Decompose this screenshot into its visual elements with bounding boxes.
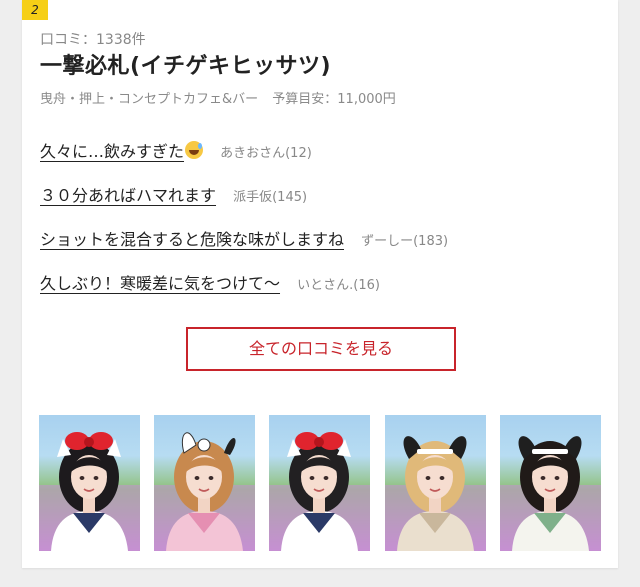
eye [554, 476, 560, 480]
eye [540, 476, 546, 480]
review-author: ずーしー(183) [361, 234, 449, 249]
review-item: ショットを混合すると危険な味がしますね ずーしー(183) [40, 226, 600, 270]
review-author: いとさん.(16) [297, 278, 380, 293]
eye [309, 476, 315, 480]
cast-photo-2[interactable] [154, 415, 255, 551]
shop-area: 曳舟・押上・コンセプトカフェ&バー [40, 92, 259, 107]
cast-photo-4[interactable] [385, 415, 486, 551]
eye [208, 476, 214, 480]
shop-budget: 予算目安：11,000円 [272, 92, 396, 107]
review-title-link[interactable]: ３０分あればハマれます [40, 186, 216, 205]
review-author: あきおさん(12) [220, 146, 312, 161]
all-reviews-button[interactable]: 全ての口コミを見る [186, 327, 456, 371]
eye [323, 476, 329, 480]
cast-photo-5[interactable] [500, 415, 601, 551]
bow-knot [84, 437, 94, 447]
shop-card: 2 口コミ：1338件 一撃必札(イチゲキヒッサツ) 曳舟・押上・コンセプトカフ… [22, 0, 618, 568]
review-title-link[interactable]: 久しぶり！寒暖差に気をつけて〜 [40, 274, 280, 293]
eye [79, 476, 85, 480]
eye [439, 476, 445, 480]
review-item: ３０分あればハマれます 派手仮(145) [40, 182, 600, 226]
shop-meta: 曳舟・押上・コンセプトカフェ&バー 予算目安：11,000円 [40, 88, 396, 107]
review-count: 口コミ：1338件 [40, 32, 146, 48]
review-title-link[interactable]: ショットを混合すると危険な味がしますね [40, 230, 344, 249]
review-list: 久々に…飲みすぎた あきおさん(12) ３０分あればハマれます 派手仮(145)… [40, 138, 600, 314]
cast-photo-3[interactable] [269, 415, 370, 551]
eye [425, 476, 431, 480]
cast-photo-1[interactable] [39, 415, 140, 551]
bow-knot [314, 437, 324, 447]
headband [532, 449, 568, 454]
cast-photo-strip [39, 415, 602, 551]
review-author: 派手仮(145) [233, 190, 308, 205]
headband [417, 449, 453, 454]
review-item: 久しぶり！寒暖差に気をつけて〜 いとさん.(16) [40, 270, 600, 314]
eye [93, 476, 99, 480]
skull-charm [197, 438, 211, 452]
ear-right [224, 438, 236, 455]
sweat-smile-icon [185, 141, 204, 159]
review-item: 久々に…飲みすぎた あきおさん(12) [40, 138, 600, 182]
rank-badge: 2 [22, 0, 48, 20]
eye [194, 476, 200, 480]
review-title-link[interactable]: 久々に…飲みすぎた [40, 141, 204, 161]
shop-name[interactable]: 一撃必札(イチゲキヒッサツ) [40, 48, 331, 80]
